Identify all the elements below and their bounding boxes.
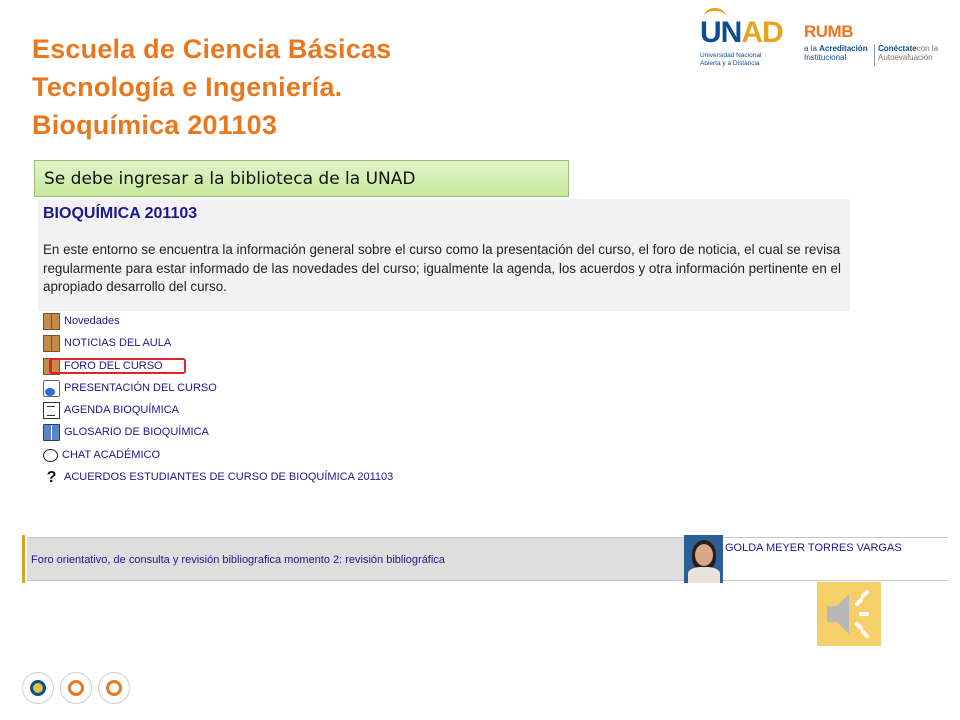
rumbo-word: RUMB [804, 22, 854, 41]
activity-label: ACUERDOS ESTUDIANTES DE CURSO DE BIOQUÍM… [64, 471, 394, 483]
activity-novedades[interactable]: Novedades [43, 311, 120, 331]
rumbo-sub-c: Institucional [804, 53, 847, 62]
forum-post-title[interactable]: Foro orientativo, de consulta y revisión… [31, 554, 445, 566]
unad-sub-2: Abierta y a Distancia [700, 60, 760, 67]
activity-label: PRESENTACIÓN DEL CURSO [64, 382, 217, 394]
unad-word-accent: AD [741, 16, 783, 49]
conectate-c: Autoevaluación [878, 53, 933, 62]
unad-word-main: UN [700, 16, 742, 49]
row-accent-bar [22, 535, 25, 583]
forum-icon [43, 312, 60, 330]
glossary-icon [43, 423, 60, 441]
library-callout: Se debe ingresar a la biblioteca de la U… [34, 160, 569, 197]
unad-logo: UNAD Universidad Nacional Abierta y a Dis… [700, 8, 784, 74]
activity-glosario[interactable]: GLOSARIO DE BIOQUÍMICA [43, 422, 209, 442]
activity-acuerdos[interactable]: ? ACUERDOS ESTUDIANTES DE CURSO DE BIOQU… [43, 467, 394, 487]
rumbo-logo: RUMB a la Acreditación Institucional Coné… [804, 22, 944, 72]
activity-label: AGENDA BIOQUÍMICA [64, 404, 179, 416]
conectate-a: Conéctate [878, 44, 917, 53]
header-logos: UNAD Universidad Nacional Abierta y a Dis… [604, 8, 944, 94]
document-icon [43, 401, 60, 419]
chat-icon [43, 448, 58, 462]
rumbo-sub-b: Acreditación [819, 44, 868, 53]
activity-label: Novedades [64, 315, 120, 327]
activity-agenda[interactable]: AGENDA BIOQUÍMICA [43, 400, 179, 420]
colombia-shield-icon [22, 672, 54, 704]
activity-label: GLOSARIO DE BIOQUÍMICA [64, 426, 209, 438]
course-heading: BIOQUÍMICA 201103 [43, 205, 198, 222]
title-line-1: Escuela de Ciencia Básicas [32, 34, 392, 64]
activity-presentacion[interactable]: PRESENTACIÓN DEL CURSO [43, 378, 217, 398]
title-line-2: Tecnología e Ingeniería. [32, 72, 343, 102]
rumbo-sub-a: a la [804, 44, 820, 53]
forum-post-title-cell: Foro orientativo, de consulta y revisión… [27, 537, 685, 581]
unad-sub-1: Universidad Nacional [700, 52, 762, 59]
title-line-3: Bioquímica 201103 [32, 110, 278, 140]
activity-noticias[interactable]: NOTICIAS DEL AULA [43, 333, 171, 353]
forum-post-author[interactable]: GOLDA MEYER TORRES VARGAS [725, 542, 902, 554]
logo-divider [874, 44, 875, 66]
forum-icon [43, 334, 60, 352]
activity-label: NOTICIAS DEL AULA [64, 337, 172, 349]
course-description: En este entorno se encuentra la informac… [43, 242, 841, 294]
course-panel: BIOQUÍMICA 201103 En este entorno se enc… [38, 199, 850, 487]
foro-highlight-box [49, 358, 186, 374]
question-icon: ? [46, 468, 57, 486]
resource-icon [43, 379, 60, 397]
conectate-b: con la [916, 44, 939, 53]
speaker-icon[interactable] [817, 582, 881, 646]
activity-chat[interactable]: CHAT ACADÉMICO [43, 445, 160, 465]
author-avatar[interactable] [684, 535, 723, 583]
sgs-cert-icon [60, 672, 92, 704]
forum-post-row[interactable]: Foro orientativo, de consulta y revisión… [22, 535, 948, 583]
activity-label: CHAT ACADÉMICO [62, 449, 160, 461]
sgs-cert-icon-2 [98, 672, 130, 704]
course-summary: BIOQUÍMICA 201103 En este entorno se enc… [38, 199, 850, 311]
